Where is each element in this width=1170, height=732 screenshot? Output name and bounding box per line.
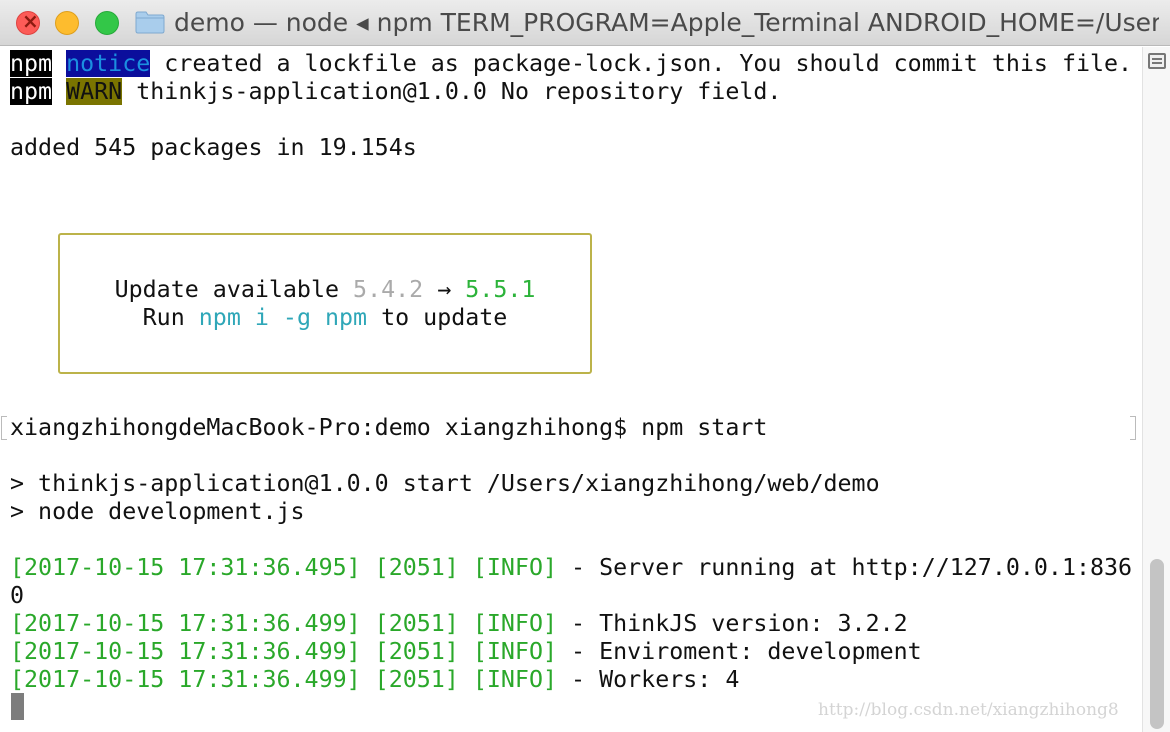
- folder-icon: [135, 11, 165, 34]
- log-prefix: [2017-10-15 17:31:36.499] [2051] [INFO]: [10, 638, 558, 665]
- update-run-line: Run npm i -g npm to update: [60, 304, 590, 332]
- update-notification-box: Update available 5.4.2 → 5.5.1 Run npm i…: [58, 233, 592, 374]
- npm-script-line: > node development.js: [10, 498, 305, 525]
- shell-prompt-line: xiangzhihongdeMacBook-Pro:demo xiangzhih…: [10, 414, 768, 441]
- log-line: [2017-10-15 17:31:36.499] [2051] [INFO] …: [10, 638, 922, 666]
- terminal-output[interactable]: npm notice created a lockfile as package…: [0, 47, 1142, 732]
- log-message: - Workers: 4: [557, 666, 740, 693]
- notice-tag: notice: [66, 50, 151, 77]
- terminal-window: demo — node ◂ npm TERM_PROGRAM=Apple_Ter…: [0, 0, 1170, 732]
- log-message: - Server running at http://127.0.0.1:836: [557, 554, 1133, 581]
- update-arrow: →: [423, 276, 466, 303]
- prompt-mark-left: [1, 416, 7, 440]
- vertical-scrollbar[interactable]: [1142, 47, 1170, 732]
- log-prefix: [2017-10-15 17:31:36.499] [2051] [INFO]: [10, 666, 558, 693]
- minimize-icon[interactable]: [55, 11, 79, 35]
- prompt-mark-right: [1130, 416, 1136, 440]
- npm-script-line: > thinkjs-application@1.0.0 start /Users…: [10, 470, 880, 497]
- scroll-menu-icon[interactable]: [1148, 53, 1166, 69]
- watermark: http://blog.csdn.net/xiangzhihong8: [818, 700, 1119, 720]
- npm-warn-line: npm WARN thinkjs-application@1.0.0 No re…: [10, 78, 781, 106]
- notice-text: created a lockfile as package-lock.json.…: [150, 50, 1133, 77]
- log-prefix: [2017-10-15 17:31:36.499] [2051] [INFO]: [10, 610, 558, 637]
- terminal-cursor: [11, 693, 24, 720]
- warn-text: thinkjs-application@1.0.0 No repository …: [122, 78, 782, 105]
- log-message: - ThinkJS version: 3.2.2: [557, 610, 908, 637]
- run-suffix: to update: [367, 304, 508, 331]
- warn-tag: WARN: [66, 78, 123, 105]
- title-bar[interactable]: demo — node ◂ npm TERM_PROGRAM=Apple_Ter…: [0, 0, 1170, 46]
- scrollbar-thumb[interactable]: [1150, 559, 1164, 729]
- npm-tag: npm: [10, 78, 53, 105]
- npm-notice-line: npm notice created a lockfile as package…: [10, 50, 1132, 78]
- log-line: [2017-10-15 17:31:36.499] [2051] [INFO] …: [10, 610, 908, 638]
- log-message: 0: [10, 582, 25, 609]
- log-line: [2017-10-15 17:31:36.495] [2051] [INFO] …: [10, 554, 1132, 582]
- window-title: demo — node ◂ npm TERM_PROGRAM=Apple_Ter…: [174, 8, 1159, 37]
- log-line: [2017-10-15 17:31:36.499] [2051] [INFO] …: [10, 666, 739, 694]
- close-icon[interactable]: [16, 9, 40, 35]
- update-prefix: Update available: [114, 276, 354, 303]
- log-line: 0: [10, 582, 24, 610]
- old-version: 5.4.2: [353, 276, 424, 303]
- run-prefix: Run: [142, 304, 199, 331]
- maximize-icon[interactable]: [95, 11, 119, 35]
- log-prefix: [2017-10-15 17:31:36.495] [2051] [INFO]: [10, 554, 558, 581]
- update-command: npm i -g npm: [198, 304, 368, 331]
- npm-tag: npm: [10, 50, 53, 77]
- new-version: 5.5.1: [465, 276, 536, 303]
- update-available-line: Update available 5.4.2 → 5.5.1: [60, 276, 590, 304]
- added-packages-line: added 545 packages in 19.154s: [10, 134, 417, 161]
- log-message: - Enviroment: development: [557, 638, 922, 665]
